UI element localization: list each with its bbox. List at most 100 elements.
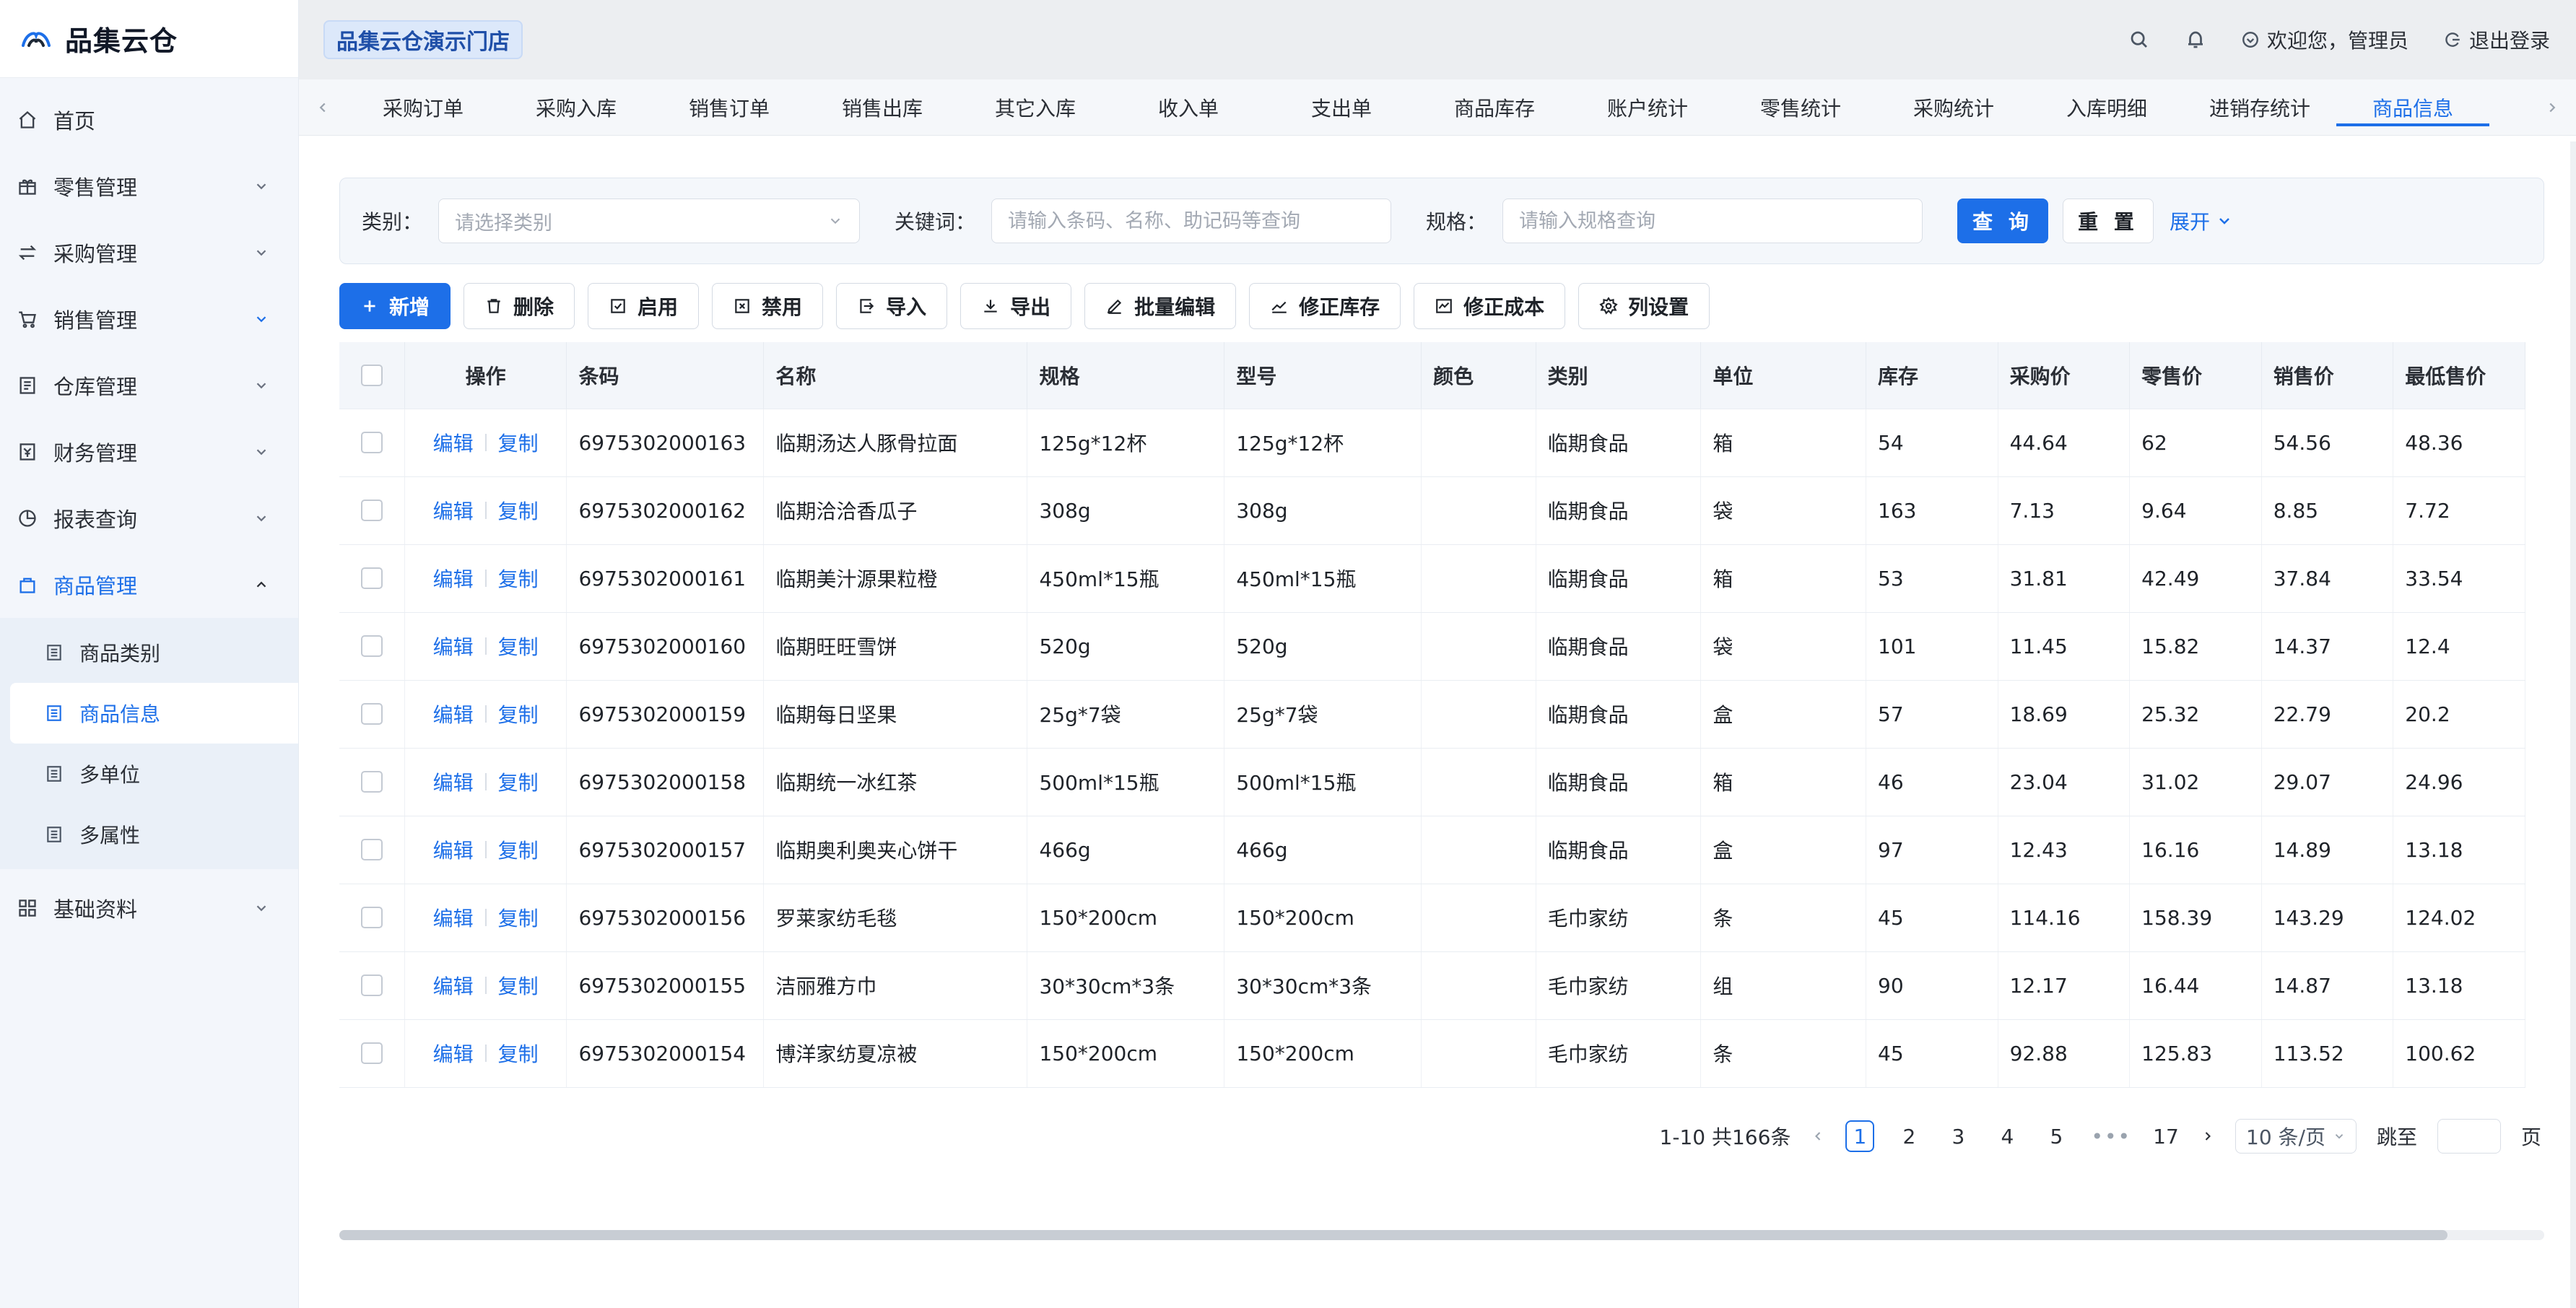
tab-6[interactable]: 收入单 [1112,79,1265,135]
edit-link[interactable]: 编辑 [433,632,474,660]
edit-link[interactable]: 编辑 [433,496,474,525]
tab-10[interactable]: 零售统计 [1724,79,1877,135]
table-row[interactable]: 编辑 复制 6975302000157 临期奥利奥夹心饼干 466g 466g 临期食品盒 9… [339,816,2525,884]
copy-link[interactable]: 复制 [498,903,539,932]
pager-next-button[interactable] [2201,1129,2215,1143]
delete-button[interactable]: 删除 [464,283,575,329]
pager-page-last[interactable]: 17 [2151,1120,2180,1152]
submenu-item-multi-attr[interactable]: 多属性 [0,804,298,865]
copy-link[interactable]: 复制 [498,632,539,660]
store-name[interactable]: 品集云仓演示门店 [323,20,523,59]
submenu-item-multi-unit[interactable]: 多单位 [0,744,298,804]
pager-page-3[interactable]: 3 [1944,1120,1972,1152]
import-button[interactable]: 导入 [836,283,948,329]
jump-page-input[interactable] [2437,1119,2501,1154]
menu-item-sales[interactable]: 销售管理 [0,286,298,352]
edit-link[interactable]: 编辑 [433,564,474,593]
menu-item-finance[interactable]: 财务管理 [0,419,298,485]
submenu-item-category[interactable]: 商品类别 [0,622,298,683]
menu-item-base-data[interactable]: 基础资料 [0,875,298,941]
row-checkbox[interactable] [360,432,383,453]
tab-13[interactable]: 进销存统计 [2183,79,2336,135]
submenu-item-product-info[interactable]: 商品信息 [10,683,298,744]
edit-link[interactable]: 编辑 [433,835,474,864]
logout-link[interactable]: 退出登录 [2443,25,2550,54]
row-checkbox[interactable] [360,567,383,589]
tab-14[interactable]: 商品信息 [2336,79,2489,135]
tabs-next-button[interactable] [2528,100,2576,115]
enable-button[interactable]: 启用 [588,283,700,329]
table-row[interactable]: 编辑 复制 6975302000163 临期汤达人豚骨拉面 125g*12杯 125g*1… [339,409,2525,477]
menu-item-home[interactable]: 首页 [0,87,298,153]
horizontal-scrollbar-thumb[interactable] [339,1230,2447,1240]
row-checkbox[interactable] [360,635,383,657]
reset-button[interactable]: 重 置 [2063,199,2154,243]
disable-button[interactable]: 禁用 [712,283,824,329]
table-row[interactable]: 编辑 复制 6975302000160 临期旺旺雪饼 520g 520g 临期食品袋 101 1… [339,612,2525,681]
row-checkbox[interactable] [360,771,383,793]
row-checkbox[interactable] [360,1042,383,1064]
column-settings-button[interactable]: 列设置 [1578,283,1710,329]
table-row[interactable]: 编辑 复制 6975302000162 临期洽洽香瓜子 308g 308g 临期食品袋 163… [339,476,2525,545]
copy-link[interactable]: 复制 [498,699,539,728]
edit-link[interactable]: 编辑 [433,767,474,796]
pager-page-5[interactable]: 5 [2042,1120,2071,1152]
header-select-all[interactable] [339,342,405,409]
row-checkbox[interactable] [360,703,383,725]
copy-link[interactable]: 复制 [498,1039,539,1068]
table-row[interactable]: 编辑 复制 6975302000154 博洋家纺夏凉被 150*200cm 150*200… [339,1019,2525,1088]
menu-item-warehouse[interactable]: 仓库管理 [0,352,298,419]
pager-page-2[interactable]: 2 [1894,1120,1923,1152]
tabs-prev-button[interactable] [299,100,347,115]
fix-stock-button[interactable]: 修正库存 [1249,283,1401,329]
category-select[interactable]: 请选择类别 [438,199,861,243]
export-button[interactable]: 导出 [960,283,1072,329]
pager-prev-button[interactable] [1811,1129,1825,1143]
row-checkbox[interactable] [360,839,383,860]
tab-7[interactable]: 支出单 [1265,79,1418,135]
add-button[interactable]: 新增 [339,283,451,329]
row-checkbox[interactable] [360,975,383,996]
tab-9[interactable]: 账户统计 [1571,79,1724,135]
copy-link[interactable]: 复制 [498,496,539,525]
edit-link[interactable]: 编辑 [433,1039,474,1068]
tab-4[interactable]: 销售出库 [806,79,959,135]
copy-link[interactable]: 复制 [498,767,539,796]
user-welcome[interactable]: 欢迎您，管理员 [2241,25,2409,54]
table-row[interactable]: 编辑 复制 6975302000158 临期统一冰红茶 500ml*15瓶 500ml*1… [339,748,2525,816]
pager-ellipsis[interactable]: ••• [2091,1125,2131,1148]
table-row[interactable]: 编辑 复制 6975302000155 洁丽雅方巾 30*30cm*3条 30*30cm*… [339,951,2525,1020]
keyword-input[interactable] [1008,209,1375,232]
table-row[interactable]: 编辑 复制 6975302000156 罗莱家纺毛毯 150*200cm 150*200c… [339,884,2525,952]
batch-edit-button[interactable]: 批量编辑 [1084,283,1237,329]
edit-link[interactable]: 编辑 [433,699,474,728]
copy-link[interactable]: 复制 [498,971,539,1000]
edit-link[interactable]: 编辑 [433,903,474,932]
spec-input[interactable] [1519,209,1907,232]
page-size-select[interactable]: 10 条/页 [2235,1119,2357,1154]
tab-8[interactable]: 商品库存 [1418,79,1571,135]
row-checkbox[interactable] [360,500,383,521]
copy-link[interactable]: 复制 [498,835,539,864]
table-row[interactable]: 编辑 复制 6975302000159 临期每日坚果 25g*7袋 25g*7袋 临期食品盒… [339,680,2525,749]
menu-item-retail[interactable]: 零售管理 [0,153,298,219]
menu-item-purchase[interactable]: 采购管理 [0,219,298,286]
query-button[interactable]: 查 询 [1957,199,2049,243]
select-all-checkbox[interactable] [360,364,383,386]
tab-12[interactable]: 入库明细 [2030,79,2183,135]
copy-link[interactable]: 复制 [498,564,539,593]
table-row[interactable]: 编辑 复制 6975302000161 临期美汁源果粒橙 450ml*15瓶 450ml*… [339,544,2525,613]
pager-page-4[interactable]: 4 [1993,1120,2022,1152]
edit-link[interactable]: 编辑 [433,428,474,457]
tab-1[interactable]: 采购订单 [347,79,500,135]
fix-cost-button[interactable]: 修正成本 [1414,283,1566,329]
bell-icon[interactable] [2185,29,2206,51]
menu-item-reports[interactable]: 报表查询 [0,485,298,551]
copy-link[interactable]: 复制 [498,428,539,457]
tab-3[interactable]: 销售订单 [653,79,806,135]
row-checkbox[interactable] [360,907,383,928]
right-edge-scrollbar[interactable] [2570,141,2576,1308]
tab-11[interactable]: 采购统计 [1877,79,2030,135]
search-icon[interactable] [2128,29,2150,51]
tab-2[interactable]: 采购入库 [500,79,653,135]
